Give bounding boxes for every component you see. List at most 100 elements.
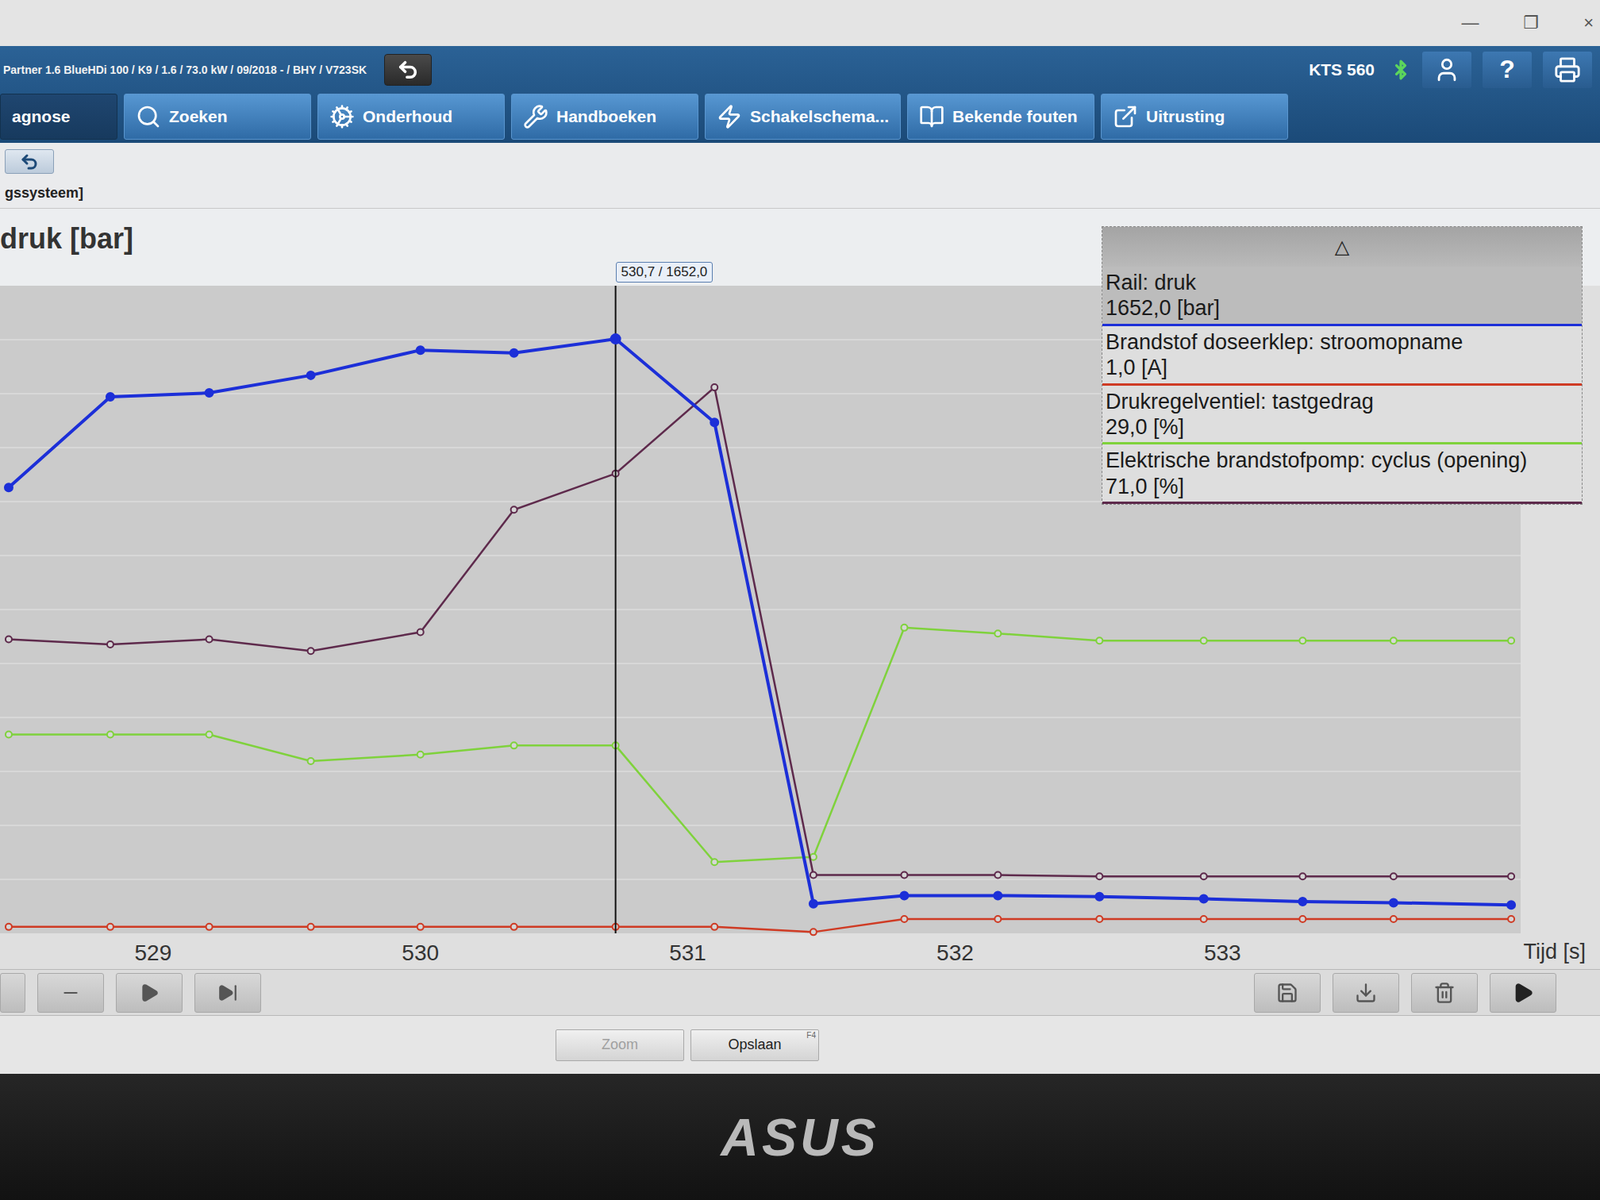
save-button[interactable]: [1253, 973, 1321, 1013]
series-line: [8, 627, 1512, 862]
equipment-icon: [1112, 103, 1139, 130]
window-control[interactable]: —: [1461, 12, 1479, 34]
series-line: [8, 919, 1512, 932]
data-point: [511, 742, 518, 749]
header-right: KTS 560?: [1308, 51, 1597, 89]
data-point: [107, 730, 114, 738]
header-top: Partner 1.6 BlueHDi 100 / K9 / 1.6 / 73.…: [0, 46, 1600, 94]
known-faults-icon: [919, 103, 945, 130]
series: [5, 624, 1515, 866]
axis-tick-label: 533: [1203, 940, 1242, 966]
data-point: [1299, 637, 1306, 644]
series: [5, 915, 1515, 935]
tab[interactable]: Schakelschema...: [704, 93, 901, 140]
data-point: [5, 636, 12, 643]
import-button[interactable]: [1332, 973, 1400, 1013]
tab[interactable]: Handboeken: [511, 93, 699, 140]
data-point: [511, 923, 518, 931]
data-point: [417, 751, 424, 758]
data-point: [1507, 900, 1516, 909]
data-point: [5, 923, 12, 931]
printer-icon: [1553, 56, 1581, 84]
window-control[interactable]: ×: [1583, 12, 1594, 34]
zoom-out-button[interactable]: [37, 973, 104, 1013]
back-button[interactable]: [4, 149, 54, 174]
data-point: [1200, 873, 1208, 880]
laptop-bezel: ASUS: [0, 1073, 1600, 1200]
legend-value: 29,0 [%]: [1105, 414, 1579, 440]
grid-line: [0, 824, 1521, 827]
help-button[interactable]: ?: [1482, 51, 1532, 89]
back-button[interactable]: [384, 53, 432, 86]
data-point: [1096, 637, 1103, 644]
data-point: [1299, 873, 1306, 880]
grid-line: [0, 878, 1521, 881]
data-point: [107, 641, 114, 648]
tab[interactable]: Uitrusting: [1100, 93, 1289, 140]
key-hint: F4: [806, 1030, 816, 1040]
legend-item[interactable]: Brandstof doseerklep: stroomopname1,0 [A…: [1102, 326, 1582, 386]
legend-item[interactable]: Elektrische brandstofpomp: cyclus (openi…: [1102, 444, 1582, 504]
data-point: [1095, 892, 1104, 901]
zoom-out-icon: [60, 982, 81, 1004]
back-arrow-icon: [396, 58, 420, 81]
data-point: [1390, 915, 1397, 923]
data-point: [994, 872, 1001, 879]
data-point: [710, 418, 719, 427]
play-button[interactable]: [115, 973, 183, 1013]
data-point: [106, 392, 115, 401]
breadcrumb: gssysteem]: [4, 184, 1596, 202]
data-point: [510, 349, 519, 358]
data-point: [810, 872, 817, 879]
tab-row: agnoseZoekenOnderhoudHandboekenSchakelsc…: [0, 93, 1600, 143]
tab[interactable]: agnose: [0, 93, 118, 140]
previous-button[interactable]: [0, 973, 26, 1013]
legend-toggle[interactable]: △: [1102, 226, 1582, 267]
data-point: [206, 730, 213, 738]
data-point: [900, 624, 908, 631]
legend-value: 71,0 [%]: [1105, 473, 1579, 500]
legend-name: Brandstof doseerklep: stroomopname: [1105, 329, 1579, 355]
user-button[interactable]: [1422, 51, 1472, 89]
step-icon: [217, 982, 239, 1004]
axis-tick-label: 530: [401, 940, 439, 966]
chart-background: [0, 285, 1600, 970]
window-chrome: — ❐ ×: [0, 0, 1600, 47]
tab[interactable]: Onderhoud: [317, 93, 505, 140]
print-button[interactable]: [1542, 51, 1593, 89]
data-point: [1096, 873, 1103, 880]
delete-button[interactable]: [1411, 973, 1478, 1013]
legend-name: Rail: druk: [1105, 269, 1579, 296]
sub-bar: gssysteem]: [0, 142, 1600, 209]
screen: — ❐ × Partner 1.6 BlueHDi 100 / K9 / 1.6 / …: [0, 0, 1600, 1074]
tab[interactable]: Zoeken: [123, 93, 312, 140]
footer-button[interactable]: OpslaanF4: [690, 1029, 820, 1062]
data-point: [1390, 873, 1397, 880]
data-point: [416, 346, 425, 354]
control-group: [1253, 973, 1557, 1013]
window-control[interactable]: ❐: [1523, 12, 1539, 34]
data-point: [1096, 915, 1103, 923]
data-point: [711, 384, 718, 391]
tab[interactable]: Bekende fouten: [907, 93, 1095, 140]
data-point: [307, 923, 315, 931]
axis-label: Tijd [s]: [1523, 939, 1586, 964]
cursor-line[interactable]: [615, 285, 617, 934]
legend-item[interactable]: Drukregelventiel: tastgedrag29,0 [%]: [1102, 385, 1582, 446]
data-point: [900, 915, 908, 923]
play-icon: [138, 982, 160, 1004]
data-point: [206, 923, 213, 931]
user-icon: [1433, 56, 1461, 84]
step-button[interactable]: [194, 973, 262, 1013]
record-button[interactable]: [1489, 973, 1557, 1013]
legend-item[interactable]: Rail: druk1652,0 [bar]: [1102, 266, 1582, 327]
device-name: KTS 560: [1308, 60, 1375, 80]
footer-button[interactable]: Zoom: [555, 1029, 685, 1062]
data-point: [1389, 898, 1398, 907]
import-icon: [1354, 981, 1377, 1004]
control-bar: [0, 969, 1600, 1016]
data-point: [994, 915, 1001, 923]
chart-title: druk [bar]: [0, 222, 134, 256]
search-icon: [135, 103, 162, 130]
data-point: [1390, 637, 1397, 644]
